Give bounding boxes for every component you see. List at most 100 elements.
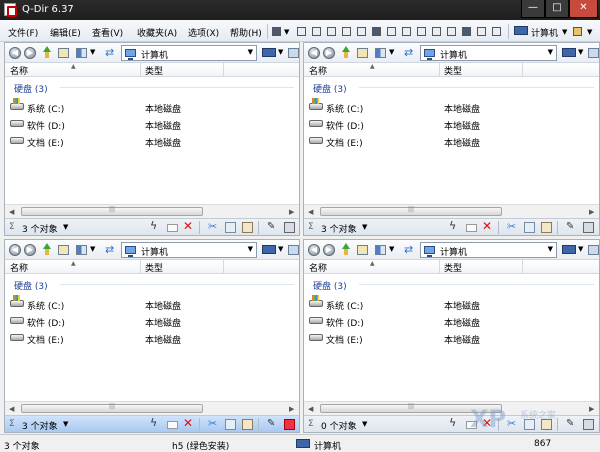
layout-split-icon[interactable]	[462, 27, 471, 36]
menu-edit[interactable]: 编辑(E)	[50, 26, 81, 39]
scroll-left-icon[interactable]: ◀	[9, 405, 14, 413]
lightning-icon[interactable]: ϟ	[449, 220, 460, 232]
table-row[interactable]: 系统 (C:) 本地磁盘	[304, 98, 599, 115]
back-button[interactable]: ◀	[308, 244, 320, 256]
chevron-down-icon[interactable]: ▼	[362, 223, 367, 231]
maximize-button[interactable]: □	[545, 0, 569, 18]
explorer-pane[interactable]: ◀ ▶ ▼ ⇄ 计算机 ▼ ▼ ▼ 名称 ▲ 类型 硬盘 (3)	[4, 239, 300, 433]
up-folder-icon[interactable]	[42, 46, 52, 59]
column-divider[interactable]	[439, 260, 440, 274]
horizontal-scrollbar[interactable]: ◀ ▶	[304, 204, 599, 218]
properties-icon[interactable]	[284, 419, 295, 430]
chevron-down-icon[interactable]: ▼	[587, 28, 592, 36]
table-row[interactable]: 文档 (E:) 本地磁盘	[5, 133, 299, 149]
layout-quad-icon[interactable]	[372, 27, 381, 36]
rename-icon[interactable]: ✎	[566, 221, 577, 232]
menu-favorites[interactable]: 收藏夹(A)	[137, 26, 177, 39]
layout-grid-icon[interactable]	[432, 27, 441, 36]
up-folder-icon[interactable]	[341, 243, 351, 256]
cut-icon[interactable]: ✂	[208, 417, 219, 430]
object-count[interactable]: 3 个对象	[22, 222, 58, 235]
chevron-down-icon[interactable]: ▼	[90, 245, 95, 253]
layout-vertical-icon[interactable]	[312, 27, 321, 36]
chevron-down-icon[interactable]: ▼	[548, 48, 553, 56]
delete-icon[interactable]: ✕	[482, 219, 493, 233]
chevron-down-icon[interactable]: ▼	[562, 28, 567, 36]
group-header-hard-disks[interactable]: 硬盘 (3)	[14, 279, 48, 292]
scroll-left-icon[interactable]: ◀	[9, 208, 14, 216]
table-row[interactable]: 文档 (E:) 本地磁盘	[304, 330, 599, 346]
menu-help[interactable]: 帮助(H)	[230, 26, 262, 39]
scrollbar-thumb[interactable]	[320, 206, 502, 216]
chevron-down-icon[interactable]: ▼	[578, 48, 583, 56]
column-header-name[interactable]: 名称	[10, 261, 28, 274]
explorer-pane[interactable]: ◀ ▶ ▼ ⇄ 计算机 ▼ ▼ ▼ 名称 ▲ 类型 硬盘 (3)	[4, 42, 300, 236]
copy-icon[interactable]	[225, 222, 236, 233]
column-header-name[interactable]: 名称	[309, 64, 327, 77]
chevron-down-icon[interactable]: ▼	[389, 48, 394, 56]
chevron-down-icon[interactable]: ▼	[278, 48, 283, 56]
rename-icon[interactable]: ✎	[267, 418, 278, 429]
cut-icon[interactable]: ✂	[208, 220, 219, 233]
desktop-icon[interactable]	[588, 48, 599, 58]
column-divider[interactable]	[140, 63, 141, 77]
column-header-name[interactable]: 名称	[309, 261, 327, 274]
new-folder-icon[interactable]	[58, 245, 69, 255]
layout-three-alt-icon[interactable]	[357, 27, 366, 36]
object-count[interactable]: 0 个对象	[321, 419, 357, 432]
forward-button[interactable]: ▶	[24, 47, 36, 59]
refresh-icon[interactable]: ⇄	[105, 46, 114, 59]
save-layout-icon[interactable]	[272, 27, 281, 36]
column-header-type[interactable]: 类型	[145, 261, 163, 274]
copy-icon[interactable]	[225, 419, 236, 430]
up-folder-icon[interactable]	[42, 243, 52, 256]
column-divider[interactable]	[223, 260, 224, 274]
forward-button[interactable]: ▶	[24, 244, 36, 256]
group-header-hard-disks[interactable]: 硬盘 (3)	[313, 82, 347, 95]
chevron-down-icon[interactable]: ▼	[248, 48, 253, 56]
mail-icon[interactable]	[466, 224, 477, 232]
mail-icon[interactable]	[167, 421, 178, 429]
column-header-name[interactable]: 名称	[10, 64, 28, 77]
column-header-type[interactable]: 类型	[145, 64, 163, 77]
address-bar[interactable]: 计算机 ▼	[121, 242, 257, 258]
table-row[interactable]: 文档 (E:) 本地磁盘	[5, 330, 299, 346]
table-row[interactable]: 系统 (C:) 本地磁盘	[5, 295, 299, 312]
horizontal-scrollbar[interactable]: ◀ ▶	[5, 204, 299, 218]
monitor-icon[interactable]	[562, 48, 576, 57]
table-row[interactable]: 软件 (D:) 本地磁盘	[304, 116, 599, 132]
desktop-icon[interactable]	[288, 48, 299, 58]
paste-icon[interactable]	[242, 419, 253, 430]
chevron-down-icon[interactable]: ▼	[548, 245, 553, 253]
lightning-icon[interactable]: ϟ	[150, 220, 161, 232]
close-button[interactable]: ✕	[569, 0, 598, 18]
explorer-pane[interactable]: ◀ ▶ ▼ ⇄ 计算机 ▼ ▼ ▼ 名称 ▲ 类型 硬盘 (3)	[303, 42, 600, 236]
group-header-hard-disks[interactable]: 硬盘 (3)	[313, 279, 347, 292]
view-mode-icon[interactable]	[76, 245, 87, 255]
menu-options[interactable]: 选项(X)	[188, 26, 219, 39]
view-mode-icon[interactable]	[375, 245, 386, 255]
group-header-hard-disks[interactable]: 硬盘 (3)	[14, 82, 48, 95]
chevron-down-icon[interactable]: ▼	[389, 245, 394, 253]
table-row[interactable]: 软件 (D:) 本地磁盘	[5, 116, 299, 132]
delete-icon[interactable]: ✕	[183, 416, 194, 430]
paste-icon[interactable]	[242, 222, 253, 233]
explorer-pane[interactable]: ◀ ▶ ▼ ⇄ 计算机 ▼ ▼ ▼ 名称 ▲ 类型 硬盘 (3)	[303, 239, 600, 433]
object-count[interactable]: 3 个对象	[22, 419, 58, 432]
table-row[interactable]: 系统 (C:) 本地磁盘	[5, 98, 299, 115]
scroll-left-icon[interactable]: ◀	[308, 405, 313, 413]
column-header-type[interactable]: 类型	[444, 64, 462, 77]
layout-four-row-icon[interactable]	[402, 27, 411, 36]
view-mode-icon[interactable]	[375, 48, 386, 58]
scroll-right-icon[interactable]: ▶	[289, 208, 294, 216]
scroll-right-icon[interactable]: ▶	[289, 405, 294, 413]
layout-single-icon[interactable]	[297, 27, 306, 36]
monitor-icon[interactable]	[262, 245, 276, 254]
scrollbar-thumb[interactable]	[21, 206, 203, 216]
layout-split-alt-icon[interactable]	[477, 27, 486, 36]
cut-icon[interactable]: ✂	[507, 220, 518, 233]
properties-icon[interactable]	[284, 222, 295, 233]
refresh-icon[interactable]: ⇄	[404, 243, 413, 256]
back-button[interactable]: ◀	[9, 244, 21, 256]
minimize-button[interactable]: —	[521, 0, 545, 18]
